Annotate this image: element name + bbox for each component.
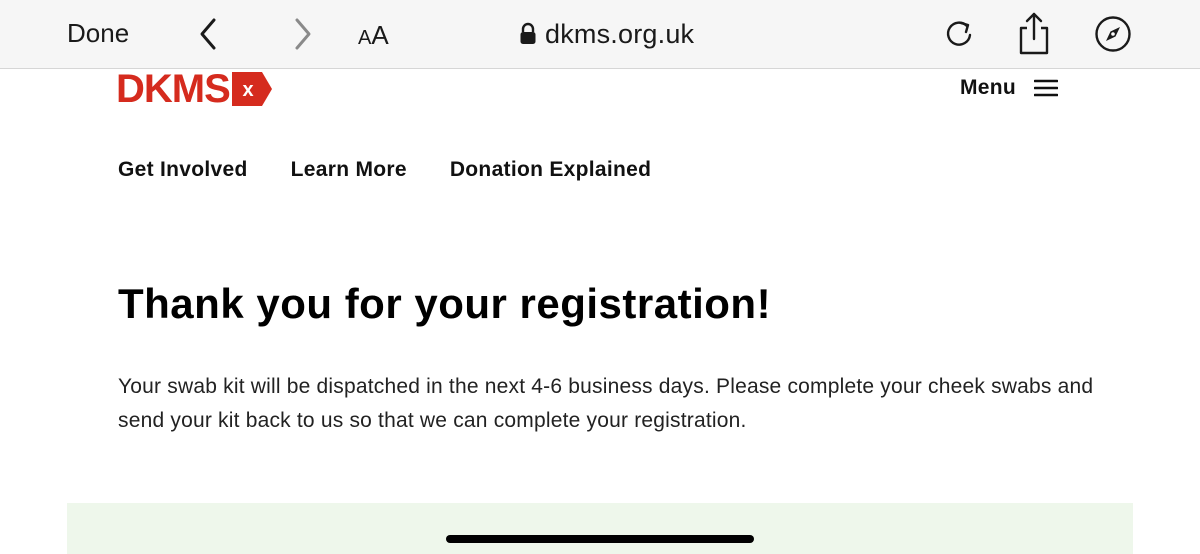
confirmation-message: Your swab kit will be dispatched in the … [118,375,1094,432]
menu-button[interactable]: Menu [960,76,1059,100]
reload-icon[interactable] [940,14,980,54]
address-bar[interactable]: dkms.org.uk [519,16,694,52]
share-icon[interactable] [1014,10,1054,56]
secondary-nav: Get Involved Learn More Donation Explain… [118,158,694,182]
text-size-button[interactable]: AA [358,20,389,51]
logo-x-badge-icon: x [231,72,272,106]
page-title: Thank you for your registration! [118,280,772,327]
nav-donation-explained[interactable]: Donation Explained [450,158,651,182]
forward-chevron-icon[interactable] [291,16,315,52]
done-button[interactable]: Done [67,18,129,49]
url-host: dkms.org.uk [545,18,695,49]
compass-icon[interactable] [1093,14,1133,54]
back-chevron-icon[interactable] [196,16,220,52]
home-indicator[interactable] [446,535,754,543]
browser-toolbar: Done AA dkms.org.uk [0,0,1200,69]
dkms-logo[interactable]: DKMS x [116,67,272,111]
nav-learn-more[interactable]: Learn More [291,158,407,182]
lock-icon [520,22,536,44]
logo-text: DKMS [116,67,231,111]
info-panel [67,503,1133,554]
hamburger-icon [1034,79,1059,97]
text-size-large-glyph: A [371,20,389,50]
nav-get-involved[interactable]: Get Involved [118,158,248,182]
menu-label: Menu [960,76,1017,99]
logo-badge-letter: x [242,79,253,101]
text-size-small-glyph: A [358,27,372,49]
